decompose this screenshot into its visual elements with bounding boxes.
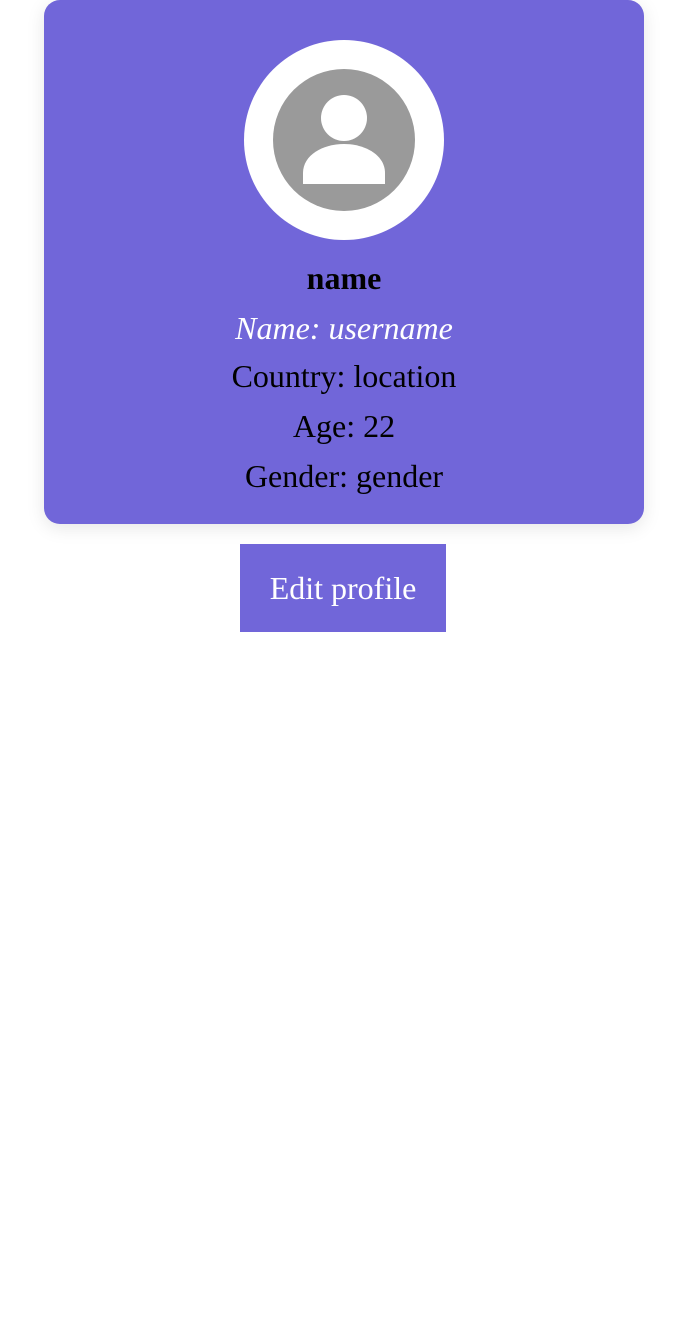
user-silhouette-icon	[303, 95, 385, 184]
profile-age: Age: 22	[292, 408, 396, 444]
avatar	[244, 40, 444, 240]
profile-name-heading: name	[306, 260, 382, 296]
profile-card: name Name: username Country: location Ag…	[44, 0, 644, 524]
profile-gender: Gender: gender	[244, 458, 444, 494]
avatar-placeholder	[273, 69, 415, 211]
profile-username: Name: username	[235, 310, 453, 346]
profile-country: Country: location	[231, 358, 457, 394]
edit-profile-button[interactable]: Edit profile	[240, 544, 446, 632]
